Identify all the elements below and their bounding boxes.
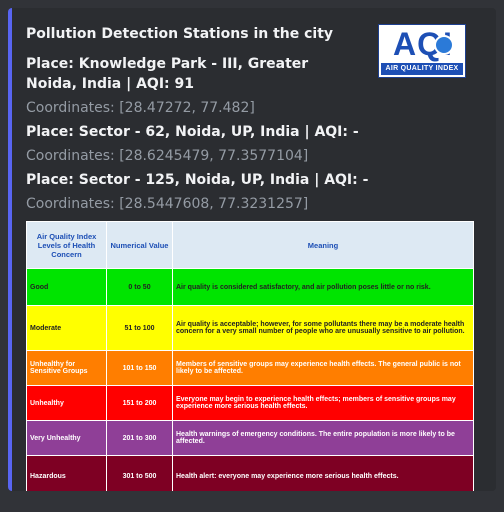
meaning-cell: Health alert: everyone may experience mo… [172, 455, 474, 491]
table-row: Moderate 51 to 100 Air quality is accept… [26, 305, 474, 351]
embed-card: Pollution Detection Stations in the city… [8, 8, 496, 491]
level-cell: Unhealthy [26, 385, 107, 421]
meaning-cell: Everyone may begin to experience health … [172, 385, 474, 421]
column-header: Air Quality Index Levels of Health Conce… [26, 221, 107, 269]
level-cell: Good [26, 268, 107, 306]
value-cell: 301 to 500 [106, 455, 173, 491]
value-cell: 101 to 150 [106, 350, 173, 386]
globe-icon [434, 35, 454, 55]
aqi-logo-band: AIR QUALITY INDEX [381, 63, 463, 75]
station-coordinates: Coordinates: [28.47272, 77.482] [26, 100, 255, 116]
column-header: Numerical Value [106, 221, 173, 269]
level-cell: Moderate [26, 305, 107, 351]
value-cell: 51 to 100 [106, 305, 173, 351]
embed-accent-bar [8, 8, 12, 491]
meaning-cell: Air quality is acceptable; however, for … [172, 305, 474, 351]
value-cell: 151 to 200 [106, 385, 173, 421]
meaning-cell: Air quality is considered satisfactory, … [172, 268, 474, 306]
meaning-cell: Members of sensitive groups may experien… [172, 350, 474, 386]
table-row: Hazardous 301 to 500 Health alert: every… [26, 455, 474, 491]
station-place: Place: Sector - 125, Noida, UP, India | … [26, 172, 369, 188]
table-row: Unhealthy 151 to 200 Everyone may begin … [26, 385, 474, 421]
column-header: Meaning [172, 221, 474, 269]
table-header-row: Air Quality Index Levels of Health Conce… [26, 221, 474, 269]
table-row: Very Unhealthy 201 to 300 Health warning… [26, 420, 474, 456]
value-cell: 0 to 50 [106, 268, 173, 306]
table-row: Unhealthy for Sensitive Groups 101 to 15… [26, 350, 474, 386]
station-coordinates: Coordinates: [28.6245479, 77.3577104] [26, 148, 309, 164]
aqi-logo-thumbnail[interactable]: AQI AIR QUALITY INDEX [378, 24, 466, 78]
value-cell: 201 to 300 [106, 420, 173, 456]
aqi-levels-table[interactable]: Air Quality Index Levels of Health Conce… [26, 221, 474, 491]
station-place: Place: Knowledge Park - III, Greater Noi… [26, 56, 309, 92]
meaning-cell: Health warnings of emergency conditions.… [172, 420, 474, 456]
level-cell: Very Unhealthy [26, 420, 107, 456]
station-coordinates: Coordinates: [28.5447608, 77.3231257] [26, 196, 309, 212]
station-place: Place: Sector - 62, Noida, UP, India | A… [26, 124, 359, 140]
table-row: Good 0 to 50 Air quality is considered s… [26, 268, 474, 306]
embed-title: Pollution Detection Stations in the city [26, 26, 334, 42]
level-cell: Unhealthy for Sensitive Groups [26, 350, 107, 386]
level-cell: Hazardous [26, 455, 107, 491]
